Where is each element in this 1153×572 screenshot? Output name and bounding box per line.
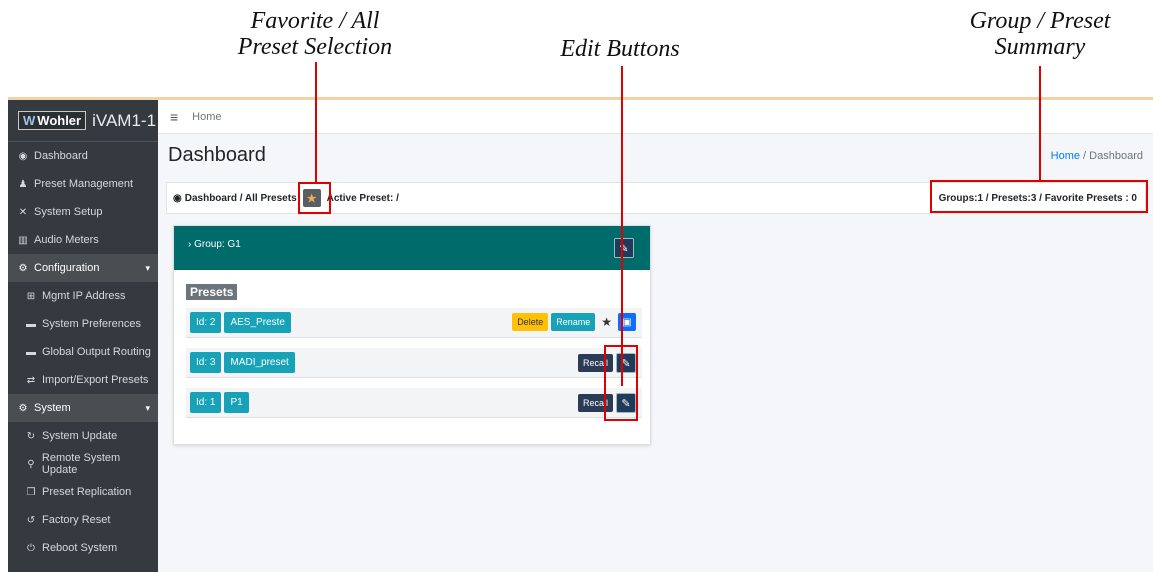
sidebar-item-preset-replication[interactable]: ❐ Preset Replication [8, 478, 158, 506]
sidebar-item-factory-reset[interactable]: ↺ Factory Reset [8, 506, 158, 534]
breadcrumb-home-link[interactable]: Home [1051, 150, 1080, 162]
sidebar-item-label: Preset Replication [42, 486, 132, 498]
row-actions: Delete Rename ★ ▣ [512, 313, 636, 331]
satellite-icon: ⚲ [27, 458, 35, 470]
chevron-down-icon: ▾ [145, 262, 150, 273]
undo-icon: ↺ [26, 514, 36, 526]
annotation-highlight-box [930, 180, 1148, 213]
preset-row: Id: 2 AES_Preste Delete Rename ★ ▣ [186, 308, 642, 338]
group-header[interactable]: › Group: G1 ✎ [174, 226, 650, 270]
favorite-star-icon[interactable]: ★ [601, 315, 612, 329]
sidebar-item-label: System Update [42, 430, 118, 442]
main-content: ≡ Home Dashboard Home / Dashboard ◉ Dash… [158, 100, 1153, 572]
sidebar-item-label: Preset Management [34, 178, 134, 190]
section-label: Configuration [34, 262, 100, 274]
breadcrumb: Home / Dashboard [1051, 150, 1143, 162]
active-preset-label: Active Preset: / [326, 192, 399, 204]
sidebar-item-preset-management[interactable]: ♟ Preset Management [8, 170, 158, 198]
presets-heading: Presets [186, 284, 238, 300]
chart-icon: ▥ [18, 234, 28, 246]
sidebar-item-label: Remote System Update [41, 452, 121, 476]
sidebar-item-label: Audio Meters [34, 234, 99, 246]
preset-name-button[interactable]: P1 [224, 392, 249, 413]
annotation-text: Group / Preset [969, 8, 1111, 34]
annotation-highlight-box [298, 182, 331, 214]
annotation-highlight-box [604, 345, 638, 421]
sidebar-section-configuration[interactable]: ⚙ Configuration ▾ [8, 254, 158, 282]
group-card: › Group: G1 ✎ Presets Id: 2 AES_Preste D… [173, 225, 651, 445]
sidebar-item-mgmt-ip[interactable]: ⊞ Mgmt IP Address [8, 282, 158, 310]
delete-button[interactable]: Delete [512, 313, 549, 331]
section-label: System [34, 402, 71, 414]
sidebar-item-label: Dashboard [34, 150, 88, 162]
keyboard-icon: ▬ [26, 318, 36, 330]
filter-label: Dashboard / All Presets [184, 192, 297, 204]
annotation-text: Favorite / All [250, 8, 380, 34]
device-name: iVAM1-1 [92, 110, 157, 130]
preset-id-badge: Id: 1 [190, 392, 222, 413]
preset-id-badge: Id: 3 [190, 352, 222, 373]
hamburger-menu-icon[interactable]: ≡ [170, 109, 178, 125]
brand[interactable]: W Wohler iVAM1-1 [8, 100, 158, 142]
sidebar-item-label: Factory Reset [42, 514, 111, 526]
preset-name-button[interactable]: AES_Preste [224, 312, 291, 333]
dashboard-icon: ◉ [18, 150, 28, 162]
sidebar-item-global-output-routing[interactable]: ▬ Global Output Routing [8, 338, 158, 366]
network-icon: ⊞ [26, 290, 36, 302]
sidebar-item-dashboard[interactable]: ◉ Dashboard [8, 142, 158, 170]
annotation-pointer-line [1039, 66, 1041, 182]
sidebar-item-reboot-system[interactable]: ⏻ Reboot System [8, 534, 158, 562]
sidebar-item-label: System Preferences [42, 318, 142, 330]
sidebar-nav: ◉ Dashboard ♟ Preset Management ✕ System Se… [8, 142, 158, 562]
sidebar-item-system-preferences[interactable]: ▬ System Preferences [8, 310, 158, 338]
sidebar-section-system[interactable]: ⚙ System ▾ [8, 394, 158, 422]
preset-name-button[interactable]: MADI_preset [224, 352, 295, 373]
breadcrumb-current: Dashboard [1089, 150, 1143, 162]
sidebar-item-label: Mgmt IP Address [42, 290, 126, 302]
dashboard-icon: ◉ [173, 192, 182, 204]
edit-group-button[interactable]: ✎ [614, 238, 634, 258]
annotation-summary: Group / Preset Summary [945, 8, 1135, 60]
top-navbar: ≡ Home [158, 100, 1153, 134]
tools-icon: ✕ [18, 206, 28, 218]
page-title: Dashboard [168, 144, 266, 166]
user-gear-icon: ♟ [18, 178, 28, 190]
rename-button[interactable]: Rename [551, 313, 596, 331]
sidebar: W Wohler iVAM1-1 ◉ Dashboard ♟ Preset Manag… [8, 100, 158, 572]
sidebar-item-label: Import/Export Presets [42, 374, 149, 386]
annotation-pointer-line [315, 62, 317, 182]
annotated-screenshot: Favorite / All Preset Selection Edit But… [0, 0, 1153, 572]
annotation-pointer-line [621, 66, 623, 386]
exchange-icon: ⇄ [26, 374, 36, 386]
group-label: Group: G1 [194, 239, 241, 250]
gear-icon: ⚙ [18, 262, 28, 274]
chevron-down-icon: ▾ [145, 402, 150, 413]
app-window: W Wohler iVAM1-1 ◉ Dashboard ♟ Preset Manag… [8, 97, 1153, 572]
sidebar-item-label: System Setup [34, 206, 103, 218]
power-icon: ⏻ [27, 542, 35, 554]
sidebar-item-system-setup[interactable]: ✕ System Setup [8, 198, 158, 226]
sidebar-item-system-update[interactable]: ↻ System Update [8, 422, 158, 450]
annotation-text: Preset Selection [237, 34, 393, 60]
gears-icon: ⚙ [18, 402, 28, 414]
sync-icon: ↻ [26, 430, 36, 442]
sidebar-item-label: Global Output Routing [42, 346, 151, 358]
chevron-right-icon: › [188, 239, 192, 250]
wohler-logo: W Wohler [18, 111, 87, 130]
preset-id-badge: Id: 2 [190, 312, 222, 333]
annotation-favorite-selection: Favorite / All Preset Selection [200, 8, 430, 60]
sidebar-item-import-export[interactable]: ⇄ Import/Export Presets [8, 366, 158, 394]
preset-row: Id: 3 MADI_preset Recall ✎ [186, 348, 642, 378]
sidebar-item-remote-system-update[interactable]: ⚲ Remote System Update [8, 450, 158, 478]
copy-icon: ❐ [26, 486, 36, 498]
breadcrumb-separator: / [1080, 150, 1090, 162]
sidebar-item-audio-meters[interactable]: ▥ Audio Meters [8, 226, 158, 254]
preset-row: Id: 1 P1 Recall ✎ [186, 388, 642, 418]
sidebar-item-label: Reboot System [42, 542, 118, 554]
keyboard-icon: ▬ [26, 346, 36, 358]
topbar-home-link[interactable]: Home [192, 111, 221, 123]
annotation-edit-buttons: Edit Buttons [560, 36, 680, 62]
annotation-text: Summary [994, 34, 1086, 60]
